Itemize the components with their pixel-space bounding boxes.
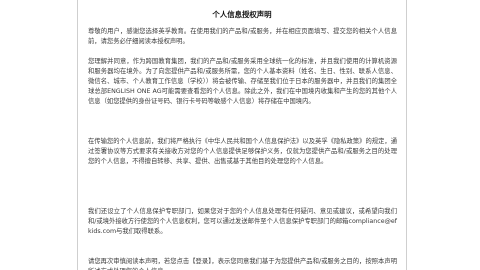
paragraph-legal-protection: 在传输您的个人信息前，我们将严格执行《中华人民共和国个人信息保护法》以及英孚《隐… (88, 138, 397, 165)
paragraph-cross-border-transfer: 您理解并同意，作为跨国教育集团，我们的产品和/或服务采用全球统一化的标准，并且我… (88, 58, 397, 105)
paragraph-consent: 请您再次审慎阅读本声明，若您点击【登录】，表示您同意我们基于为您提供产品和/或服… (88, 258, 397, 270)
paragraph-contact: 我们还设立了个人信息保护专职部门，如果您对于您的个人信息处理有任何疑问、意见或建… (88, 208, 397, 235)
paragraph-greeting: 尊敬的用户，感谢您选择英孚教育。在使用我们的产品和/或服务，并在相应页面填写、提… (88, 28, 397, 45)
dialog-title: 个人信息授权声明 (212, 10, 272, 19)
authorization-dialog: 个人信息授权声明 尊敬的用户，感谢您选择英孚教育。在使用我们的产品和/或服务，并… (77, 0, 407, 270)
statement-content: 尊敬的用户，感谢您选择英孚教育。在使用我们的产品和/或服务，并在相应页面填写、提… (88, 27, 397, 270)
